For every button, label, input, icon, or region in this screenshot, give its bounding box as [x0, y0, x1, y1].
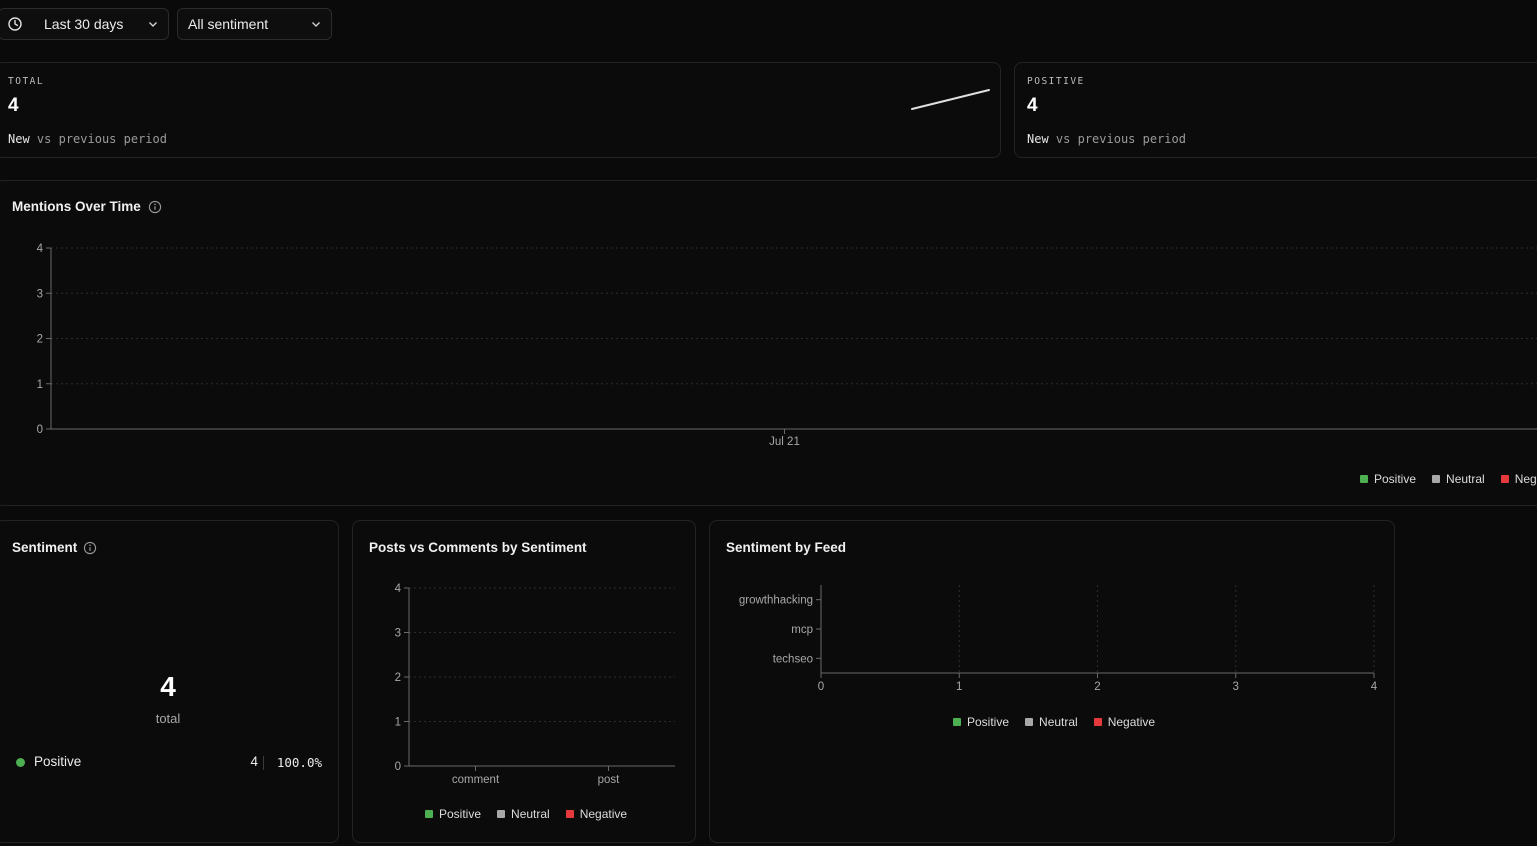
sentiment-select[interactable]: All sentiment — [177, 8, 332, 40]
legend-item[interactable]: Negative — [1093, 715, 1156, 729]
kpi-new-label: New — [8, 132, 30, 146]
y-tick-label: 1 — [395, 717, 401, 729]
chart-title: Sentiment — [12, 540, 97, 555]
legend-item[interactable]: Positive — [425, 807, 481, 821]
positive-dot — [16, 758, 25, 767]
kpi-comparison: New vs previous period — [8, 132, 167, 146]
y-tick-label: 4 — [37, 243, 44, 255]
legend-label: Negative — [579, 807, 628, 821]
legend-label: Negative — [1107, 715, 1156, 729]
sentiment-total-label: total — [155, 711, 181, 726]
legend-label: Neutral — [1446, 472, 1485, 486]
sentiment-value: All sentiment — [188, 16, 269, 32]
row-divider — [263, 756, 264, 770]
feed-chart: 0 1 2 3 4 growthhacking mcp techseo — [739, 585, 1378, 693]
y-tick-label: 2 — [37, 334, 43, 346]
legend-item[interactable]: Positive — [953, 715, 1009, 729]
legend-swatch — [1360, 475, 1368, 483]
chevron-down-icon — [149, 22, 157, 27]
chart-legend: Positive Neutral Negative — [953, 715, 1171, 729]
legend-label: Neutral — [1039, 715, 1078, 729]
x-tick-label: post — [598, 774, 621, 786]
chart-title: Sentiment by Feed — [726, 540, 846, 555]
posts-comments-chart: 0 1 2 3 4 comment post — [395, 583, 675, 786]
legend-item[interactable]: Nega — [1500, 472, 1537, 486]
posts-vs-comments-card: Posts vs Comments by Sentiment 0 1 2 3 4 comm… — [352, 520, 696, 843]
legend-swatch — [425, 810, 433, 818]
x-tick-label: 0 — [818, 681, 824, 693]
mentions-over-time-card: Mentions Over Time 0 1 2 3 4 Jul 21 Positive N… — [0, 180, 1537, 506]
mentions-title: Mentions Over Time — [12, 199, 141, 214]
kpi-label: POSITIVE — [1027, 76, 1085, 87]
legend-swatch — [497, 810, 506, 818]
legend-swatch — [1093, 718, 1102, 726]
sentiment-row-label: Positive — [34, 754, 82, 769]
legend-label: Positive — [1374, 472, 1417, 486]
y-tick-label: 4 — [395, 583, 402, 595]
date-range-value: Last 30 days — [44, 16, 124, 32]
sentiment-title: Sentiment — [12, 540, 78, 555]
x-tick-label: 1 — [956, 681, 962, 693]
x-tick-label: comment — [452, 774, 500, 786]
sentiment-by-feed-card: Sentiment by Feed 0 1 2 3 4 growthhacking mcp t… — [709, 520, 1395, 843]
kpi-comparison-text: vs previous period — [1055, 132, 1186, 146]
mentions-chart: 0 1 2 3 4 Jul 21 — [37, 243, 1537, 448]
legend-item[interactable]: Neutral — [1025, 715, 1078, 729]
legend-item[interactable]: Positive — [1360, 472, 1416, 486]
sentiment-row-pct: 100.0% — [276, 755, 322, 770]
kpi-comparison: New vs previous period — [1027, 132, 1186, 146]
legend-item[interactable]: Neutral — [497, 807, 550, 821]
kpi-label: TOTAL — [8, 76, 45, 87]
feed-title: Sentiment by Feed — [726, 540, 847, 555]
legend-label: Nega — [1514, 472, 1537, 486]
legend-swatch — [1432, 475, 1441, 483]
sentiment-row-positive: Positive 4 100.0% — [16, 754, 322, 772]
info-icon[interactable] — [83, 541, 97, 555]
y-tick-label: 1 — [37, 379, 43, 391]
y-tick-label: mcp — [791, 624, 813, 636]
date-range-select[interactable]: Last 30 days — [0, 8, 169, 40]
kpi-new-label: New — [1027, 132, 1049, 146]
legend-swatch — [565, 810, 574, 818]
kpi-card-total: TOTAL 4 New vs previous period — [0, 62, 1001, 158]
y-tick-label: 0 — [395, 761, 401, 773]
legend-item[interactable]: Negative — [565, 807, 628, 821]
kpi-value: 4 — [1027, 95, 1038, 116]
legend-item[interactable]: Neutral — [1432, 472, 1485, 486]
info-icon[interactable] — [148, 200, 162, 214]
legend-label: Positive — [439, 807, 482, 821]
sentiment-card: Sentiment 4 total Positive 4 100.0% — [0, 520, 339, 843]
y-tick-label: 0 — [37, 424, 43, 436]
legend-label: Neutral — [511, 807, 550, 821]
chart-legend: Positive Neutral Nega — [1360, 472, 1537, 486]
clock-icon — [8, 17, 22, 31]
y-tick-label: 3 — [37, 288, 43, 300]
legend-swatch — [953, 718, 961, 726]
y-tick-label: growthhacking — [739, 595, 813, 607]
chevron-down-icon — [312, 22, 320, 27]
posts-comments-title: Posts vs Comments by Sentiment — [369, 540, 587, 555]
legend-label: Positive — [967, 715, 1010, 729]
legend-swatch — [1500, 475, 1509, 483]
legend-swatch — [1025, 718, 1034, 726]
x-tick-label: Jul 21 — [769, 436, 800, 448]
sentiment-row-count: 4 — [250, 754, 258, 769]
chart-title: Posts vs Comments by Sentiment — [369, 540, 587, 555]
x-tick-label: 2 — [1094, 681, 1100, 693]
sparkline — [911, 89, 990, 110]
chart-title: Mentions Over Time — [12, 199, 162, 214]
kpi-value: 4 — [8, 95, 19, 116]
kpi-comparison-text: vs previous period — [36, 132, 167, 146]
y-tick-label: techseo — [773, 653, 813, 665]
y-tick-label: 3 — [395, 628, 401, 640]
sentiment-total-value: 4 — [160, 671, 176, 702]
chart-legend: Positive Neutral Negative — [425, 807, 643, 821]
x-tick-label: 4 — [1371, 681, 1378, 693]
x-tick-label: 3 — [1233, 681, 1239, 693]
y-tick-label: 2 — [395, 672, 401, 684]
kpi-card-positive: POSITIVE 4 New vs previous period — [1014, 62, 1537, 158]
